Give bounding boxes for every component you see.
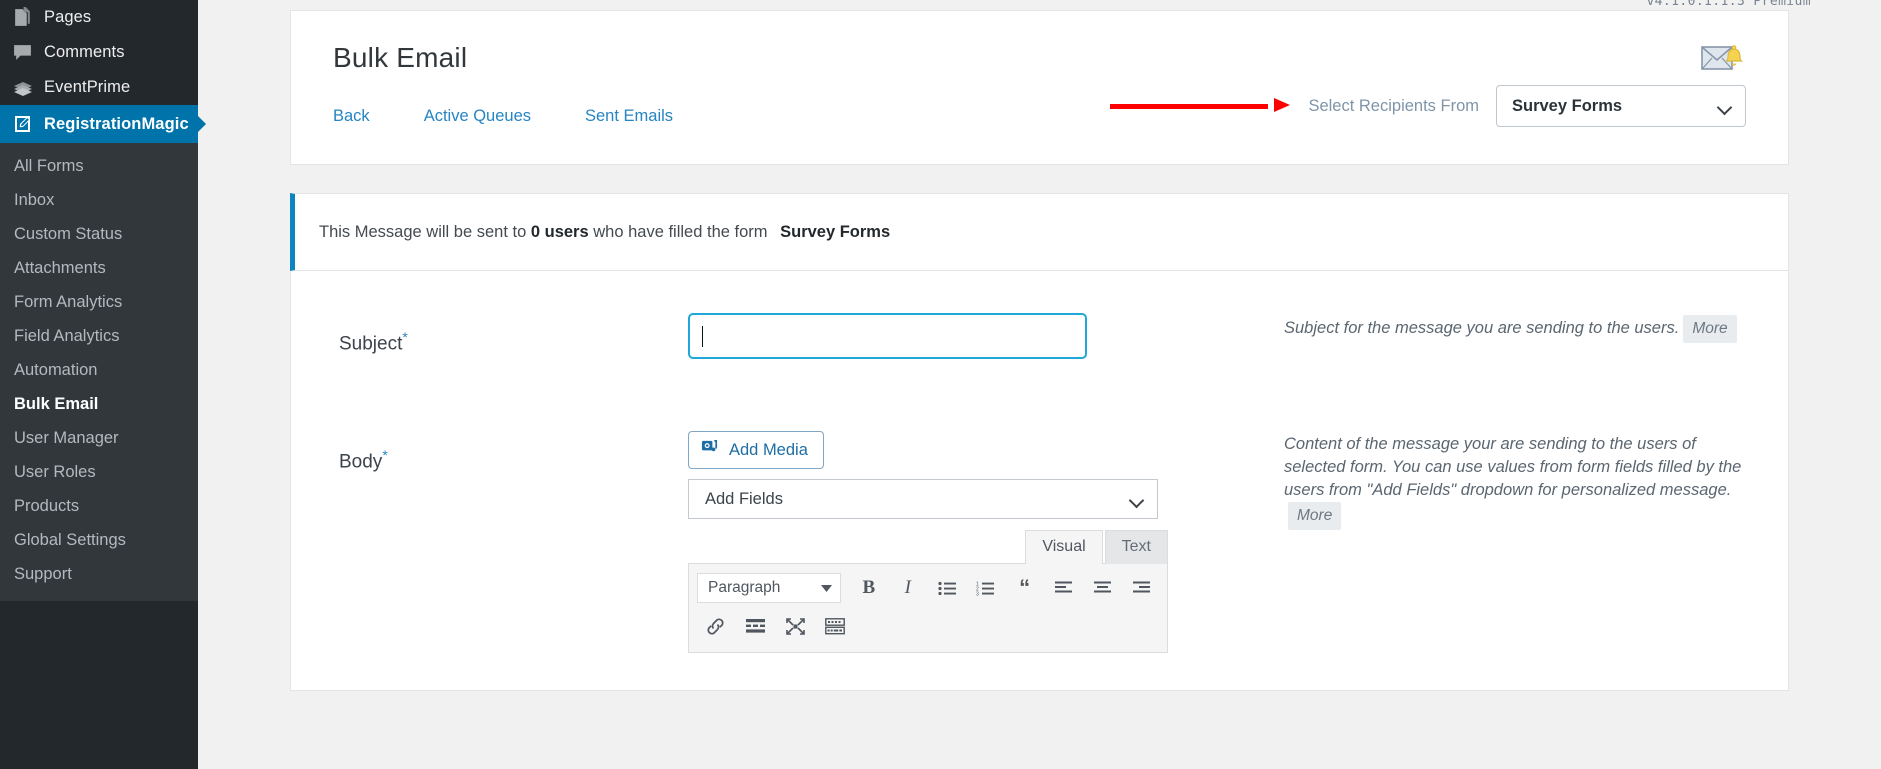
body-help-text: Content of the message your are sending … [1188, 431, 1746, 653]
main-content: v4.1.0.1.1.3 Premium Bulk Email Back Act… [198, 0, 1881, 769]
page-nav: Back Active Queues Sent Emails Select Re… [333, 85, 1746, 127]
version-label: v4.1.0.1.1.3 Premium [1646, 0, 1811, 9]
notice-middle: who have filled the form [593, 222, 768, 241]
sidebar-item-field-analytics[interactable]: Field Analytics [0, 319, 198, 353]
editor-toolbar-row-2 [695, 610, 1161, 648]
bulk-email-form: Subject* Subject for the message you are… [290, 271, 1789, 691]
chevron-down-icon [1718, 102, 1732, 111]
sidebar-item-products[interactable]: Products [0, 489, 198, 523]
editor-mode-tabs: Visual Text [688, 530, 1168, 564]
sidebar-item-form-analytics[interactable]: Form Analytics [0, 285, 198, 319]
required-asterisk: * [382, 447, 388, 463]
recipients-form-select-value: Survey Forms [1512, 96, 1623, 115]
sidebar-item-label: EventPrime [44, 78, 131, 96]
notice-user-count: 0 users [530, 222, 589, 241]
body-help-body: Content of the message your are sending … [1284, 435, 1742, 499]
mail-notification-icon[interactable] [1700, 37, 1746, 77]
notice-prefix: This Message will be sent to [319, 222, 527, 241]
fullscreen-icon[interactable] [777, 610, 813, 642]
pages-icon [12, 7, 44, 28]
tab-visual[interactable]: Visual [1025, 530, 1103, 564]
editor-toolbar: Paragraph B I 1 2 3 “ [688, 563, 1168, 653]
required-asterisk: * [402, 329, 408, 345]
subject-label-text: Subject [339, 333, 403, 355]
eventprime-icon [12, 77, 44, 99]
sidebar-item-support[interactable]: Support [0, 557, 198, 591]
subject-help-text: Subject for the message you are sending … [1188, 313, 1746, 359]
recipients-selector-area: Select Recipients From Survey Forms [1110, 85, 1746, 127]
recipients-form-select[interactable]: Survey Forms [1496, 85, 1746, 127]
tab-text[interactable]: Text [1104, 530, 1168, 564]
nav-link-back[interactable]: Back [333, 107, 370, 126]
numbered-list-icon[interactable]: 1 2 3 [968, 572, 1003, 604]
blockquote-icon[interactable]: “ [1007, 572, 1042, 604]
page-header-card: Bulk Email Back Active Queues Sent Email… [290, 10, 1789, 165]
body-label: Body* [333, 431, 688, 653]
bold-icon[interactable]: B [851, 572, 886, 604]
add-media-button[interactable]: Add Media [688, 431, 824, 469]
page-title: Bulk Email [333, 42, 468, 73]
subject-label: Subject* [333, 313, 688, 359]
subject-field-row: Subject* Subject for the message you are… [291, 313, 1788, 359]
notice-text: This Message will be sent to 0 users who… [319, 223, 890, 242]
paragraph-format-value: Paragraph [708, 579, 781, 596]
sidebar-item-label: Comments [44, 43, 125, 61]
sidebar-item-label: RegistrationMagic [44, 114, 189, 133]
subject-control [688, 313, 1188, 359]
sidebar-item-global-settings[interactable]: Global Settings [0, 523, 198, 557]
sidebar-item-comments[interactable]: Comments [0, 35, 198, 70]
sidebar-item-custom-status[interactable]: Custom Status [0, 217, 198, 251]
subject-more-link[interactable]: More [1683, 315, 1737, 343]
sidebar-item-attachments[interactable]: Attachments [0, 251, 198, 285]
bulk-email-screen: Pages Comments EventPrime RegistrationMa… [0, 0, 1881, 769]
keyboard-shortcuts-icon[interactable] [817, 610, 853, 642]
add-fields-select[interactable]: Add Fields [688, 479, 1158, 519]
caret-down-icon [821, 579, 833, 597]
svg-text:3: 3 [976, 591, 979, 596]
sidebar-item-user-manager[interactable]: User Manager [0, 421, 198, 455]
sidebar-item-inbox[interactable]: Inbox [0, 183, 198, 217]
red-arrow-annotation-icon [1110, 98, 1291, 112]
registrationmagic-icon [12, 113, 44, 135]
text-cursor-icon [702, 325, 703, 347]
bulleted-list-icon[interactable] [929, 572, 964, 604]
body-field-row: Body* Add Media Add Fields Visual Text P… [291, 431, 1788, 653]
align-right-icon[interactable] [1124, 572, 1159, 604]
subject-help-body: Subject for the message you are sending … [1284, 319, 1680, 337]
subject-input[interactable] [688, 313, 1087, 359]
nav-link-active-queues[interactable]: Active Queues [424, 107, 531, 126]
sidebar-item-label: Pages [44, 8, 92, 26]
align-left-icon[interactable] [1046, 572, 1081, 604]
comments-icon [12, 42, 44, 63]
sidebar-item-bulk-email[interactable]: Bulk Email [0, 387, 198, 421]
editor-toolbar-row-1: Paragraph B I 1 2 3 “ [695, 572, 1161, 610]
notice-form-name: Survey Forms [780, 222, 891, 241]
sidebar-item-eventprime[interactable]: EventPrime [0, 70, 198, 105]
add-fields-value: Add Fields [705, 489, 783, 508]
sidebar-item-all-forms[interactable]: All Forms [0, 149, 198, 183]
nav-link-sent-emails[interactable]: Sent Emails [585, 107, 673, 126]
sidebar-item-pages[interactable]: Pages [0, 0, 198, 35]
chevron-down-icon [1130, 495, 1144, 504]
registrationmagic-submenu: All Forms Inbox Custom Status Attachment… [0, 143, 198, 601]
sidebar-item-registrationmagic[interactable]: RegistrationMagic [0, 105, 198, 143]
recipient-count-notice: This Message will be sent to 0 users who… [290, 193, 1789, 271]
sidebar-item-automation[interactable]: Automation [0, 353, 198, 387]
paragraph-format-select[interactable]: Paragraph [697, 573, 842, 603]
read-more-icon[interactable] [737, 610, 773, 642]
wp-admin-sidebar: Pages Comments EventPrime RegistrationMa… [0, 0, 198, 769]
body-label-text: Body [339, 451, 383, 473]
wp-editor: Visual Text Paragraph B I 1 2 3 “ [688, 530, 1168, 653]
recipients-label: Select Recipients From [1308, 96, 1479, 115]
insert-link-icon[interactable] [697, 610, 733, 642]
add-media-label: Add Media [729, 440, 808, 459]
sidebar-item-user-roles[interactable]: User Roles [0, 455, 198, 489]
content-wrapper: Bulk Email Back Active Queues Sent Email… [198, 0, 1881, 691]
italic-icon[interactable]: I [890, 572, 925, 604]
body-control: Add Media Add Fields Visual Text Paragra… [688, 431, 1188, 653]
media-icon [701, 438, 720, 462]
align-center-icon[interactable] [1085, 572, 1120, 604]
body-more-link[interactable]: More [1288, 502, 1342, 530]
